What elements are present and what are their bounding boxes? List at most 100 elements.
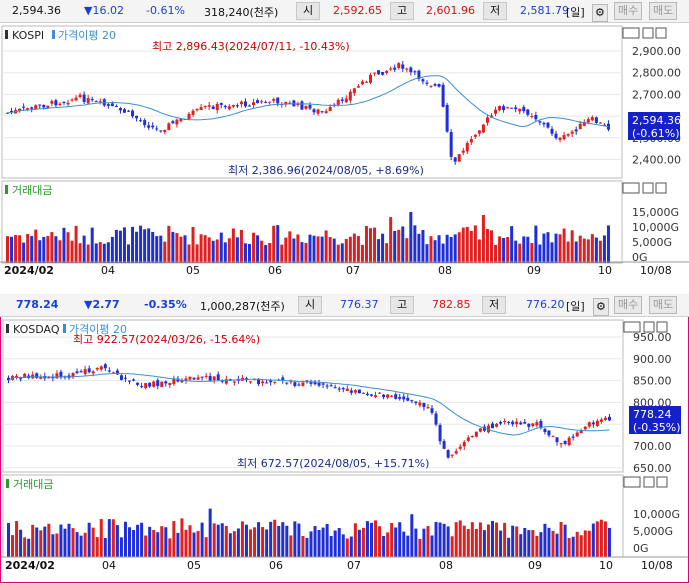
volume-bar [494,244,498,263]
candle-body [248,105,251,107]
candle-body [264,102,268,104]
volume-bar [59,524,63,557]
volume-bar [66,232,70,263]
volume-bar [46,235,50,263]
candle-body [87,368,91,373]
volume-bar [514,240,518,263]
volume-bar [434,521,438,557]
last-price-value: 2,594.36 [632,114,681,127]
candle-body [571,436,575,438]
candle-body [352,88,356,94]
x-axis-label: 06 [268,264,282,277]
kosdaq-high-label: 고 [390,296,415,314]
volume-bar [360,244,364,263]
volume-bar [410,514,414,557]
candle-body [595,420,599,426]
candle-body [172,378,176,384]
kospi-period[interactable]: [일] [566,4,585,20]
candle-body [223,105,227,108]
gear-icon[interactable]: ⚙ [593,298,609,316]
volume-bar [207,237,211,263]
volume-bar [336,244,340,263]
volume-bar [437,235,441,263]
candle-body [547,430,551,436]
volume-bar [535,535,539,557]
volume-bar [200,522,204,557]
volume-bar [192,532,196,557]
candle-body [30,107,34,109]
candle-body [502,106,506,111]
volume-bar [550,242,554,263]
volume-bar [62,227,66,263]
candle-body [491,423,494,429]
volume-bar [511,525,515,557]
volume-bar [296,234,300,263]
volume-bar [413,225,417,263]
kosdaq-pct: -0.35% [144,298,187,311]
volume-bar [78,243,82,263]
volume-bar [590,234,594,263]
kospi-low-label: 저 [483,2,508,20]
candle-body [495,423,499,427]
candle-body [62,102,66,104]
kospi-buy-button[interactable]: 매수 [614,2,643,20]
candle-body [316,109,320,114]
volume-bar [70,240,74,263]
volume-bar [498,236,502,263]
volume-bar [67,523,71,557]
candle-body [481,124,485,133]
volume-bar [14,235,18,263]
volume-bar [252,232,256,263]
candle-body [594,117,598,123]
y-tick-label: 950.00 [633,331,672,344]
candle-body [118,108,122,111]
volume-bar [305,537,309,557]
volume-bar [265,529,269,557]
candle-body [212,376,216,381]
candle-body [90,99,94,101]
volume-bar [30,236,34,263]
volume-bar [433,240,437,263]
volume-bar [574,241,578,263]
volume-bar [239,229,243,263]
volume-bar [466,528,470,557]
volume-bar [546,232,550,263]
x-axis-label: 09 [528,559,542,572]
volume-bar [179,236,183,263]
candle-body [293,382,297,387]
candle-body [382,394,386,398]
candle-body [405,68,409,70]
gear-icon[interactable]: ⚙ [592,4,608,22]
volume-bar [542,233,546,263]
volume-bar [163,241,167,263]
candle-body [425,82,429,84]
maximize-icon [642,182,654,194]
candle-body [559,443,563,445]
candle-body [341,388,345,390]
volume-bar [103,538,107,557]
candle-body [402,396,406,400]
candle-body [514,107,518,110]
volume-bar [519,534,523,557]
volume-bar [31,524,35,557]
volume-bar [357,529,361,557]
volume-bar [235,237,239,263]
volume-bar [248,243,251,263]
candle-body [438,425,442,442]
candle-body [340,99,344,101]
candle-body [567,437,571,446]
kosdaq-buy-button[interactable]: 매수 [614,296,643,314]
volume-bar [183,235,187,263]
kosdaq-sell-button[interactable]: 매도 [649,296,678,314]
volume-bar [579,535,583,557]
volume-bar [534,225,538,263]
volume-bar [232,531,236,557]
volume-bar [587,530,591,557]
candle-body [406,397,410,401]
volume-bar [446,526,450,557]
volume-bar [244,524,248,557]
volume-bar [147,228,151,263]
kosdaq-period[interactable]: [일] [566,298,585,314]
kospi-sell-button[interactable]: 매도 [649,2,678,20]
candle-body [203,106,207,108]
